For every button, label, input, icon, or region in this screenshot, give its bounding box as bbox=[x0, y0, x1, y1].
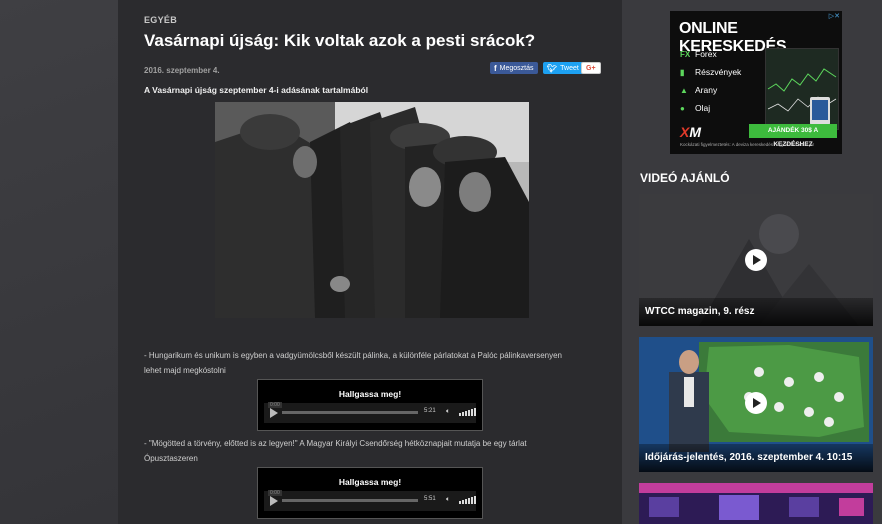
bar-chart-icon: ▮ bbox=[680, 67, 685, 77]
audio-duration: 5:21 bbox=[424, 408, 436, 414]
volume-icon[interactable]: 🔈︎ bbox=[446, 496, 450, 504]
twitter-share-button[interactable]: 🐦︎ Tweet bbox=[543, 62, 583, 74]
article-panel: EGYÉB Vasárnapi újság: Kik voltak azok a… bbox=[118, 0, 622, 524]
advertisement-banner[interactable]: ONLINE KERESKEDÉS ▷✕ FX Forex ▮ Részvény… bbox=[670, 11, 842, 154]
video-card-3[interactable] bbox=[639, 483, 873, 524]
ad-risk-warning: Kockázati figyelmeztetés: A deviza keres… bbox=[680, 142, 815, 147]
gold-icon: ▲ bbox=[680, 85, 688, 95]
ad-cta-button[interactable]: AJÁNDÉK 30$ A KEZDÉSHEZ bbox=[749, 124, 837, 148]
volume-level-bars[interactable] bbox=[459, 408, 476, 416]
article-category[interactable]: EGYÉB bbox=[144, 15, 177, 25]
audio-progress-bar[interactable] bbox=[282, 499, 418, 502]
play-icon[interactable] bbox=[270, 496, 278, 506]
trading-platform-screenshot bbox=[765, 48, 839, 130]
audio-player-1[interactable]: Hallgassa meg! 0:00 5:21 🔈︎ bbox=[257, 379, 483, 431]
play-icon[interactable] bbox=[745, 249, 767, 271]
page-background bbox=[0, 0, 118, 524]
ad-item-forex: FX Forex bbox=[680, 49, 717, 59]
audio-progress-bar[interactable] bbox=[282, 411, 418, 414]
article-date: 2016. szeptember 4. bbox=[144, 66, 220, 75]
article-lead: A Vasárnapi újság szeptember 4-i adásána… bbox=[144, 85, 369, 95]
audio-player-2[interactable]: Hallgassa meg! 0:00 5:51 🔈︎ bbox=[257, 467, 483, 519]
ad-item-stocks: ▮ Részvények bbox=[680, 67, 742, 77]
audio-controls: 0:00 5:51 🔈︎ bbox=[264, 490, 476, 511]
video-card-1[interactable]: WTCC magazin, 9. rész bbox=[639, 194, 873, 326]
ad-item-gold: ▲ Arany bbox=[680, 85, 718, 95]
twitter-share-label: Tweet bbox=[560, 64, 579, 72]
ad-item-oil: ● Olaj bbox=[680, 103, 711, 113]
audio-player-title: Hallgassa meg! bbox=[338, 389, 402, 399]
facebook-share-label: Megosztás bbox=[499, 64, 534, 72]
studio-thumbnail bbox=[639, 483, 873, 524]
forex-icon: FX bbox=[680, 49, 691, 59]
volume-level-bars[interactable] bbox=[459, 496, 476, 504]
audio-controls: 0:00 5:21 🔈︎ bbox=[264, 402, 476, 423]
video-caption: Időjárás-jelentés, 2016. szeptember 4. 1… bbox=[639, 444, 873, 472]
article-title: Vasárnapi újság: Kik voltak azok a pesti… bbox=[144, 31, 536, 50]
oil-drop-icon: ● bbox=[680, 103, 685, 113]
audio-player-title: Hallgassa meg! bbox=[338, 477, 402, 487]
ad-choices-close-icon[interactable]: ▷✕ bbox=[829, 12, 840, 20]
facebook-icon: f bbox=[494, 63, 497, 73]
article-paragraph-2: - "Mögötted a törvény, előtted is az leg… bbox=[144, 439, 527, 463]
video-card-2[interactable]: Időjárás-jelentés, 2016. szeptember 4. 1… bbox=[639, 337, 873, 472]
article-paragraph-1: - Hungarikum és unikum is egyben a vadgy… bbox=[144, 351, 563, 375]
twitter-icon: 🐦︎ bbox=[547, 63, 558, 73]
photo-illustration bbox=[215, 102, 529, 318]
trading-chart-illustration bbox=[767, 68, 837, 125]
volume-icon[interactable]: 🔈︎ bbox=[446, 408, 450, 416]
facebook-share-button[interactable]: f Megosztás bbox=[490, 62, 538, 74]
audio-duration: 5:51 bbox=[424, 496, 436, 502]
google-plus-share-button[interactable]: G+ bbox=[581, 62, 601, 74]
video-caption: WTCC magazin, 9. rész bbox=[639, 298, 873, 326]
video-recommendations-heading: VIDEÓ AJÁNLÓ bbox=[640, 171, 730, 185]
historical-photo bbox=[215, 102, 529, 318]
xm-logo: XM bbox=[680, 124, 702, 140]
play-icon[interactable] bbox=[270, 408, 278, 418]
play-icon[interactable] bbox=[745, 392, 767, 414]
